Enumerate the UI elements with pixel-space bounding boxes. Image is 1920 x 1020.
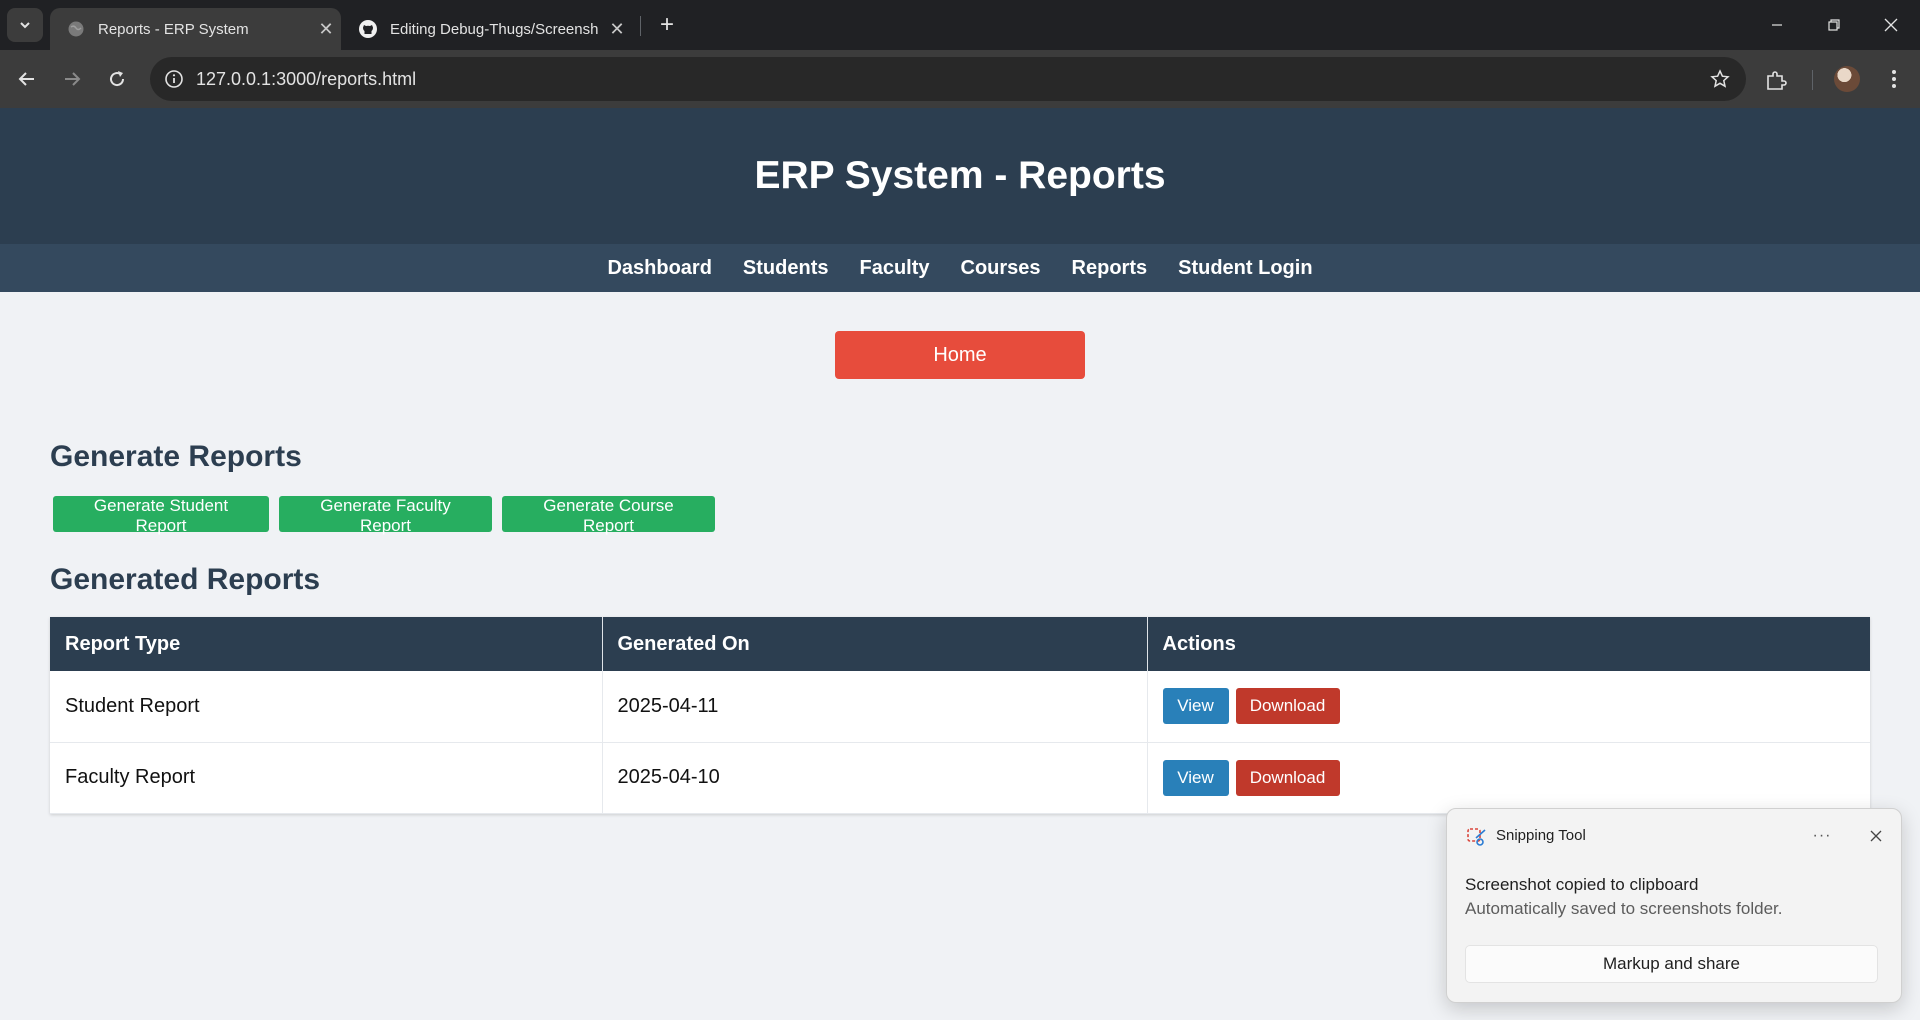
nav-link-student-login[interactable]: Student Login (1178, 257, 1312, 280)
chevron-down-icon (20, 22, 30, 29)
page-title: ERP System - Reports (754, 154, 1166, 197)
tab-reports[interactable]: Reports - ERP System ✕ (50, 8, 341, 50)
table-header-row: Report Type Generated On Actions (50, 617, 1870, 671)
main-nav: Dashboard Students Faculty Courses Repor… (0, 244, 1920, 292)
arrow-right-icon (65, 72, 81, 86)
minimize-icon (1772, 24, 1782, 26)
generated-reports-heading: Generated Reports (50, 563, 321, 596)
nav-link-reports[interactable]: Reports (1072, 257, 1148, 280)
bookmark-star-icon[interactable] (1708, 67, 1732, 91)
tab-close-icon[interactable]: ✕ (602, 19, 632, 40)
arrow-left-icon (18, 72, 34, 86)
report-type-cell: Faculty Report (50, 742, 603, 814)
close-icon (1870, 830, 1882, 842)
generate-course-report-button[interactable]: Generate Course Report (502, 496, 715, 535)
view-button[interactable]: View (1162, 688, 1229, 725)
generate-student-report-button[interactable]: Generate Student Report (53, 496, 269, 535)
browser-tab-strip: Reports - ERP System ✕ Editing Debug-Thu… (0, 0, 1920, 50)
snipping-tool-notification: Snipping Tool ··· Screenshot copied to c… (1446, 808, 1902, 1003)
globe-icon (66, 19, 86, 39)
extensions-puzzle-icon[interactable] (1762, 66, 1790, 94)
address-url: 127.0.0.1:3000/reports.html (196, 69, 417, 89)
generate-reports-heading: Generate Reports (50, 440, 302, 473)
toast-message: Screenshot copied to clipboard (1465, 875, 1699, 894)
tab-title: Editing Debug-Thugs/Screensh (390, 20, 599, 38)
markup-and-share-button[interactable]: Markup and share (1465, 945, 1878, 983)
generated-reports-table: Report Type Generated On Actions Student… (50, 617, 1870, 814)
toast-app-name: Snipping Tool (1496, 827, 1586, 844)
reload-button[interactable] (98, 60, 136, 98)
tab-github[interactable]: Editing Debug-Thugs/Screensh ✕ (342, 8, 632, 50)
table-row: Faculty Report 2025-04-10 View Download (50, 742, 1870, 814)
table-row: Student Report 2025-04-11 View Download (50, 671, 1870, 743)
column-header-generated-on: Generated On (602, 617, 1148, 671)
generated-on-cell: 2025-04-11 (602, 671, 1148, 743)
restore-icon (1828, 19, 1840, 31)
new-tab-button[interactable]: + (650, 10, 684, 40)
snipping-tool-icon (1466, 826, 1488, 848)
home-button[interactable]: Home (835, 331, 1085, 379)
generate-faculty-report-button[interactable]: Generate Faculty Report (279, 496, 492, 535)
nav-link-dashboard[interactable]: Dashboard (607, 257, 711, 280)
back-button[interactable] (8, 60, 46, 98)
tab-close-icon[interactable]: ✕ (311, 19, 341, 40)
toast-close-button[interactable] (1861, 821, 1891, 851)
download-button[interactable]: Download (1235, 759, 1340, 796)
close-icon (1884, 18, 1898, 32)
view-button[interactable]: View (1162, 759, 1229, 796)
toolbar-separator (1812, 70, 1813, 90)
site-header: ERP System - Reports (0, 108, 1920, 244)
actions-cell: View Download (1147, 742, 1870, 814)
nav-link-courses[interactable]: Courses (961, 257, 1041, 280)
tab-title: Reports - ERP System (98, 20, 249, 38)
close-window-button[interactable] (1862, 0, 1920, 50)
column-header-report-type: Report Type (50, 617, 603, 671)
toast-subtext: Automatically saved to screenshots folde… (1465, 899, 1783, 918)
nav-link-faculty[interactable]: Faculty (859, 257, 929, 280)
reload-icon (110, 71, 125, 87)
restore-button[interactable] (1805, 0, 1863, 50)
report-type-cell: Student Report (50, 671, 603, 743)
site-info-icon[interactable] (160, 65, 188, 93)
download-button[interactable]: Download (1235, 688, 1340, 725)
generated-on-cell: 2025-04-10 (602, 742, 1148, 814)
profile-avatar[interactable] (1834, 66, 1860, 92)
forward-button[interactable] (53, 60, 91, 98)
minimize-button[interactable] (1748, 0, 1806, 50)
column-header-actions: Actions (1147, 617, 1870, 671)
address-bar[interactable]: 127.0.0.1:3000/reports.html (150, 57, 1746, 101)
github-icon (358, 19, 378, 39)
tab-separator (640, 16, 641, 36)
kebab-menu-icon[interactable] (1880, 65, 1908, 93)
actions-cell: View Download (1147, 671, 1870, 743)
tab-search-button[interactable] (7, 8, 43, 42)
more-options-icon[interactable]: ··· (1805, 821, 1839, 851)
nav-link-students[interactable]: Students (743, 257, 829, 280)
browser-toolbar: 127.0.0.1:3000/reports.html (0, 50, 1920, 108)
generate-buttons: Generate Student Report Generate Faculty… (53, 496, 715, 535)
